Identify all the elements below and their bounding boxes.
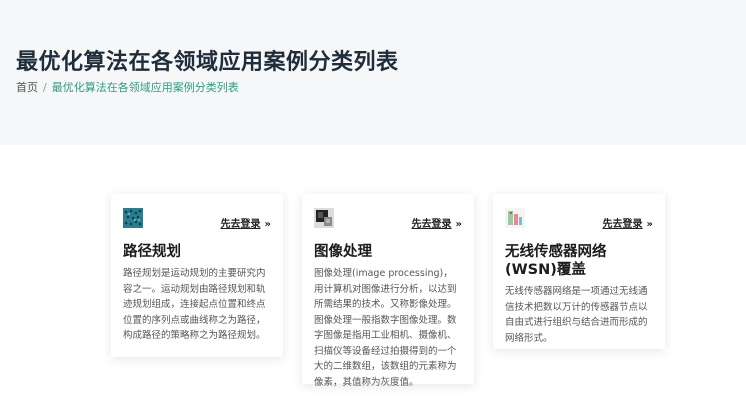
double-chevron-right-icon: » [646,219,653,230]
breadcrumb-home-link[interactable]: 首页 [16,81,38,94]
login-link[interactable]: 先去登录» [221,215,271,230]
page-title: 最优化算法在各领域应用案例分类列表 [16,50,399,75]
image-processing-thumbnail-icon [314,208,334,228]
breadcrumb-separator: / [43,81,47,94]
double-chevron-right-icon: » [455,219,462,230]
login-label: 先去登录 [602,219,643,230]
breadcrumb: 首页 / 最优化算法在各领域应用案例分类列表 [16,79,239,95]
login-label: 先去登录 [220,219,261,230]
card-title: 图像处理 [314,244,372,260]
wsn-thumbnail-icon [505,208,525,228]
double-chevron-right-icon: » [264,219,271,230]
card-description: 图像处理(image processing)，用计算机对图像进行分析，以达到所需… [314,268,457,388]
page-header: 最优化算法在各领域应用案例分类列表 首页 / 最优化算法在各领域应用案例分类列表 [0,0,746,145]
card-title: 路径规划 [123,244,181,260]
card-title: 无线传感器网络(WSN)覆盖 [505,244,607,278]
case-card-path-planning[interactable]: 先去登录» 路径规划 路径规划是运动规划的主要研究内容之一。运动规划由路径规划和… [111,194,283,357]
case-card-image-processing[interactable]: 先去登录» 图像处理 图像处理(image processing)，用计算机对图… [302,194,474,388]
card-description: 路径规划是运动规划的主要研究内容之一。运动规划由路径规划和轨迹规划组成，连接起点… [123,268,266,341]
login-link[interactable]: 先去登录» [603,215,653,230]
case-card-wsn-coverage[interactable]: 先去登录» 无线传感器网络(WSN)覆盖 无线传感器网络是一项通过无线通信技术把… [493,194,665,349]
login-label: 先去登录 [411,219,452,230]
login-link[interactable]: 先去登录» [412,215,462,230]
path-planning-thumbnail-icon [123,208,143,228]
card-description: 无线传感器网络是一项通过无线通信技术把数以万计的传感器节点以自由式进行组织与结合… [505,286,648,344]
breadcrumb-current: 最优化算法在各领域应用案例分类列表 [51,81,239,94]
